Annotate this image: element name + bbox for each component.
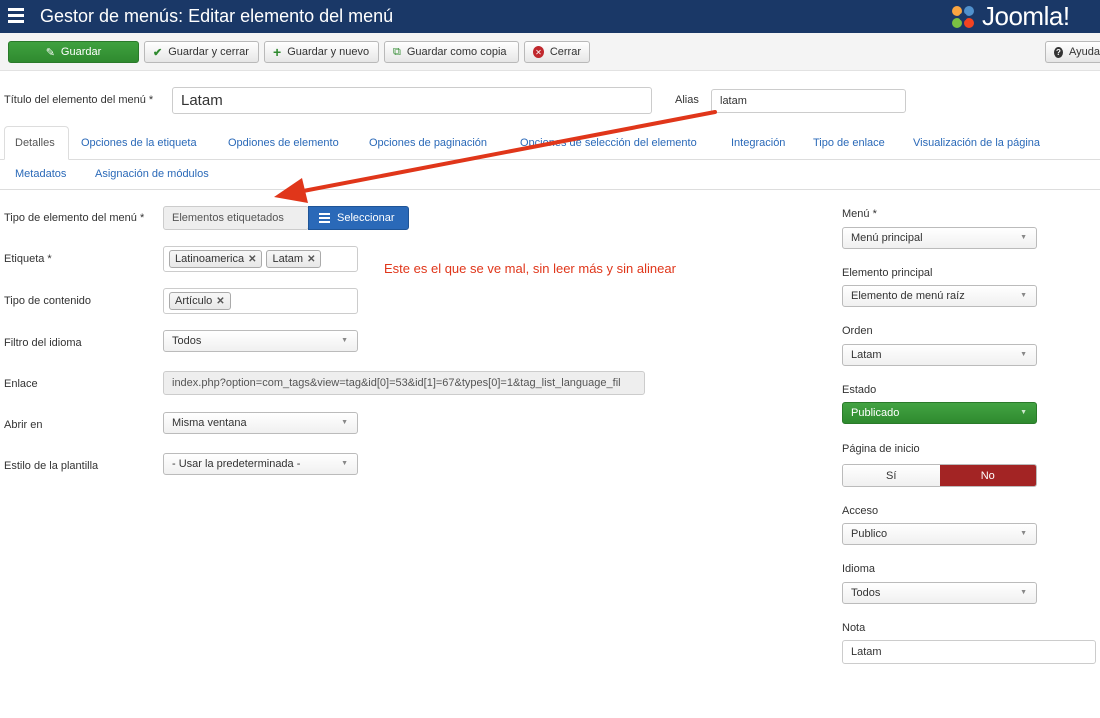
save-button-label: Guardar <box>60 46 102 58</box>
menu-list-icon[interactable] <box>8 8 24 24</box>
tag-input[interactable]: Latinoamerica ✕ Latam ✕ <box>163 246 358 272</box>
open-in-value: Misma ventana <box>172 417 247 429</box>
chevron-down-icon: ▼ <box>1020 589 1027 596</box>
link-label: Enlace <box>4 378 38 390</box>
tab-module-assignment[interactable]: Asignación de módulos <box>95 168 209 180</box>
order-select[interactable]: Latam ▼ <box>842 344 1037 366</box>
logo-text: Joomla! <box>982 1 1070 31</box>
menu-item-type-label: Tipo de elemento del menú * <box>4 212 145 224</box>
save-close-button[interactable]: ✔ Guardar y cerrar <box>144 41 259 63</box>
copy-icon: ⧉ <box>393 45 401 58</box>
title-label: Título del elemento del menú * <box>4 94 154 106</box>
joomla-logo-icon <box>952 5 974 28</box>
help-button[interactable]: ? Ayuda <box>1045 41 1100 63</box>
save-copy-button[interactable]: ⧉ Guardar como copia <box>384 41 519 63</box>
tab-link-type[interactable]: Tipo de enlace <box>813 137 885 149</box>
edit-icon: ✎ <box>45 46 55 59</box>
tab-integration[interactable]: Integración <box>731 137 785 149</box>
tab-detalles[interactable]: Detalles <box>15 137 55 149</box>
template-style-value: - Usar la predeterminada - <box>172 458 301 470</box>
tag-chip: Latam ✕ <box>266 250 322 268</box>
open-in-label: Abrir en <box>4 419 43 431</box>
annotation-text: Este es el que se ve mal, sin leer más y… <box>384 261 676 276</box>
plus-icon: + <box>273 44 282 60</box>
language-label: Idioma <box>842 563 876 575</box>
content-type-input[interactable]: Artículo ✕ <box>163 288 358 314</box>
link-field: index.php?option=com_tags&view=tag&id[0]… <box>163 371 645 395</box>
chevron-down-icon: ▼ <box>1020 530 1027 537</box>
home-label: Página de inicio <box>842 443 920 455</box>
save-new-button[interactable]: + Guardar y nuevo <box>264 41 379 63</box>
tag-chip-label: Latinoamerica <box>175 253 245 265</box>
content-type-chip: Artículo ✕ <box>169 292 231 310</box>
chevron-down-icon: ▼ <box>341 460 348 467</box>
note-label: Nota <box>842 622 866 634</box>
order-label: Orden <box>842 325 873 337</box>
page-title: Gestor de menús: Editar elemento del men… <box>40 6 394 26</box>
language-filter-select[interactable]: Todos ▼ <box>163 330 358 352</box>
menu-select[interactable]: Menú principal ▼ <box>842 227 1037 249</box>
home-no-option[interactable]: No <box>939 465 1036 486</box>
parent-value: Elemento de menú raíz <box>851 290 965 302</box>
select-type-label: Seleccionar <box>337 212 395 224</box>
chevron-down-icon: ▼ <box>1020 234 1027 241</box>
annotation-arrow <box>274 110 717 203</box>
access-value: Publico <box>851 528 888 540</box>
content-type-chip-label: Artículo <box>175 295 213 307</box>
chevron-down-icon: ▼ <box>1020 351 1027 358</box>
tag-chip-label: Latam <box>272 253 304 265</box>
help-icon: ? <box>1054 46 1063 58</box>
menu-value: Menú principal <box>851 232 923 244</box>
joomla-logo: Joomla! <box>948 0 1070 33</box>
save-copy-label: Guardar como copia <box>406 46 507 58</box>
close-icon: ✕ <box>533 46 544 58</box>
status-value: Publicado <box>851 407 900 419</box>
language-filter-value: Todos <box>172 335 202 347</box>
menu-label: Menú * <box>842 208 877 220</box>
language-value: Todos <box>851 587 881 599</box>
language-filter-label: Filtro del idioma <box>4 337 82 349</box>
save-close-label: Guardar y cerrar <box>168 46 249 58</box>
save-new-label: Guardar y nuevo <box>287 46 370 58</box>
status-label: Estado <box>842 384 877 396</box>
tag-label: Etiqueta * <box>4 253 52 265</box>
list-icon <box>319 213 330 223</box>
language-select[interactable]: Todos ▼ <box>842 582 1037 604</box>
toolbar: ✎ Guardar ✔ Guardar y cerrar + Guardar y… <box>0 33 1100 71</box>
tab-tag-options[interactable]: Opciones de la etiqueta <box>81 137 197 149</box>
alias-input[interactable]: latam <box>711 89 906 113</box>
chevron-down-icon: ▼ <box>341 419 348 426</box>
chevron-down-icon: ▼ <box>1020 409 1027 416</box>
parent-select[interactable]: Elemento de menú raíz ▼ <box>842 285 1037 307</box>
home-toggle: Sí No <box>842 464 1037 487</box>
access-label: Acceso <box>842 505 879 517</box>
save-button[interactable]: ✎ Guardar <box>8 41 139 63</box>
note-input[interactable]: Latam <box>842 640 1096 664</box>
tab-metadata[interactable]: Metadatos <box>15 168 66 180</box>
remove-content-type-icon[interactable]: ✕ <box>216 296 224 307</box>
check-icon: ✔ <box>153 46 163 59</box>
template-style-select[interactable]: - Usar la predeterminada - ▼ <box>163 453 358 475</box>
status-select[interactable]: Publicado ▼ <box>842 402 1037 424</box>
tag-chip: Latinoamerica ✕ <box>169 250 263 268</box>
tab-page-display[interactable]: Visualización de la página <box>913 137 1040 149</box>
home-yes-option[interactable]: Sí <box>843 465 940 486</box>
access-select[interactable]: Publico ▼ <box>842 523 1037 545</box>
open-in-select[interactable]: Misma ventana ▼ <box>163 412 358 434</box>
top-header: Gestor de menús: Editar elemento del men… <box>0 0 1100 33</box>
chevron-down-icon: ▼ <box>1020 292 1027 299</box>
help-label: Ayuda <box>1069 46 1100 58</box>
template-style-label: Estilo de la plantilla <box>4 460 99 472</box>
close-button[interactable]: ✕ Cerrar <box>524 41 590 63</box>
order-value: Latam <box>851 349 882 361</box>
chevron-down-icon: ▼ <box>341 337 348 344</box>
content-type-label: Tipo de contenido <box>4 295 92 307</box>
parent-label: Elemento principal <box>842 267 933 279</box>
remove-tag-icon[interactable]: ✕ <box>248 254 256 265</box>
remove-tag-icon[interactable]: ✕ <box>307 254 315 265</box>
close-label: Cerrar <box>549 46 581 58</box>
